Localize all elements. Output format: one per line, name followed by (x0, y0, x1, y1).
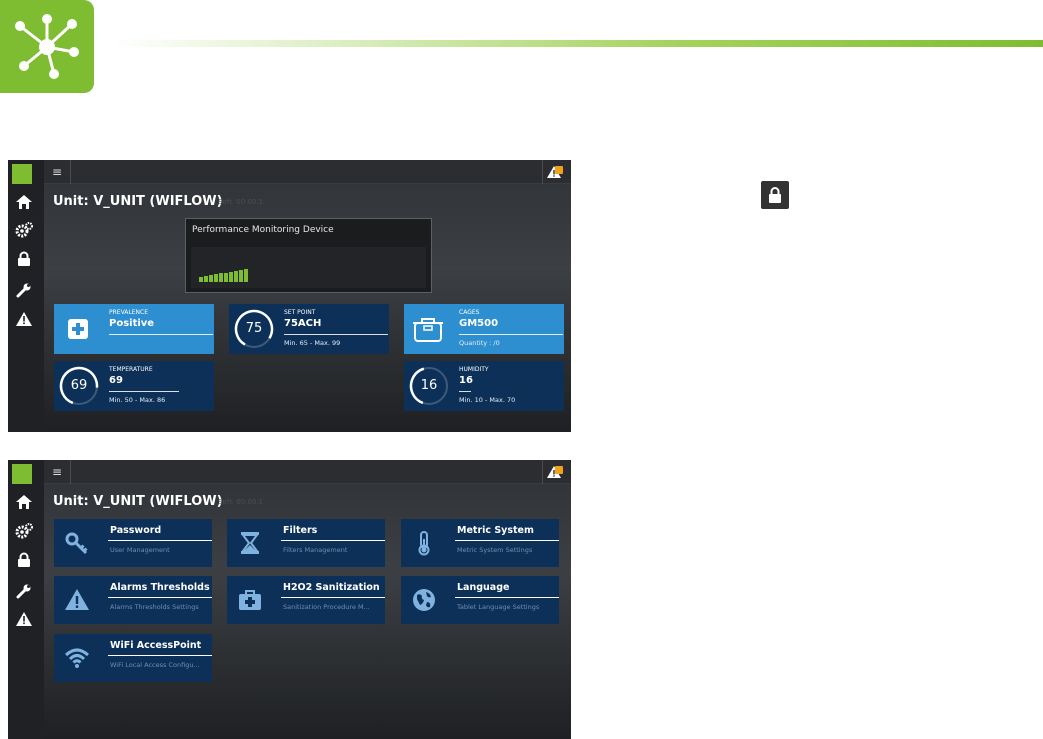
temperature-value: 69 (109, 375, 123, 386)
warning-icon[interactable] (15, 310, 33, 328)
temperature-tile[interactable]: 69 TEMPERATURE 69 Min. 50 - Max. 86 (54, 361, 214, 411)
home-icon[interactable] (15, 193, 33, 211)
warning-icon[interactable] (15, 610, 33, 628)
hourglass-icon (237, 530, 263, 556)
unit-title: Unit: V_UNIT (WIFLOW) (53, 194, 223, 209)
thermometer-icon (411, 530, 437, 556)
performance-bar (209, 275, 213, 282)
app-logo (0, 0, 94, 93)
performance-monitor: Performance Monitoring Device (185, 218, 432, 293)
settings-screen: ≡ Unit: V_UNIT (WIFLOW) Soft. 00.00.1 Pa… (8, 460, 571, 739)
cages-value: GM500 (459, 318, 499, 329)
software-version: Soft. 00.00.1 (218, 498, 263, 506)
menu-subtitle: Alarms Thresholds Settings (110, 603, 199, 611)
humidity-label: HUMIDITY (459, 366, 489, 373)
lock-icon (761, 181, 789, 209)
alert-icon[interactable] (547, 464, 565, 480)
performance-bar (229, 271, 233, 282)
menu-subtitle: WiFi Local Access Configu... (110, 661, 200, 669)
wrench-icon[interactable] (15, 582, 33, 600)
home-icon[interactable] (15, 493, 33, 511)
warning-icon (64, 587, 90, 613)
humidity-gauge-value: 16 (420, 378, 438, 393)
performance-bar (199, 277, 203, 282)
gears-icon[interactable] (15, 522, 33, 540)
humidity-range: Min. 10 - Max. 70 (459, 396, 516, 404)
hamburger-menu-icon[interactable]: ≡ (52, 465, 66, 479)
plus-icon (66, 317, 90, 341)
performance-bar (219, 273, 223, 282)
software-version: Soft. 00.00.1 (218, 198, 263, 206)
setpoint-label: SET POINT (284, 309, 316, 316)
cages-quantity: Quantity : /0 (459, 339, 500, 347)
top-bar: ≡ (44, 160, 571, 184)
temperature-label: TEMPERATURE (109, 366, 153, 373)
cages-label: CAGES (459, 309, 480, 316)
menu-language[interactable]: Language Tablet Language Settings (401, 576, 559, 624)
menu-alarms-thresholds[interactable]: Alarms Thresholds Alarms Thresholds Sett… (54, 576, 212, 624)
humidity-value: 16 (459, 375, 473, 386)
globe-icon (411, 587, 437, 613)
prevalence-tile[interactable]: PREVALENCE Positive (54, 304, 214, 354)
top-bar: ≡ (44, 460, 571, 484)
menu-filters[interactable]: Filters Filters Management (227, 519, 385, 567)
setpoint-range: Min. 65 - Max. 99 (284, 339, 341, 347)
gears-icon[interactable] (15, 221, 33, 239)
lock-icon[interactable] (15, 250, 33, 268)
wrench-icon[interactable] (15, 281, 33, 299)
wifi-icon (64, 645, 90, 671)
menu-subtitle: Filters Management (283, 546, 348, 554)
network-logo-icon (15, 14, 79, 79)
alert-icon[interactable] (547, 164, 565, 180)
setpoint-gauge-value: 75 (245, 321, 263, 336)
unit-title: Unit: V_UNIT (WIFLOW) (53, 494, 223, 509)
menu-subtitle: Tablet Language Settings (457, 603, 540, 611)
key-icon (64, 530, 90, 556)
cage-icon (412, 315, 444, 343)
sidebar-logo-icon (12, 464, 32, 484)
performance-bar (244, 268, 248, 282)
header-rule (110, 40, 1043, 47)
sidebar (8, 160, 44, 432)
performance-title: Performance Monitoring Device (192, 225, 334, 235)
menu-metric-system[interactable]: Metric System Metric System Settings (401, 519, 559, 567)
performance-bar (204, 276, 208, 282)
dashboard-screen: ≡ Unit: V_UNIT (WIFLOW) Soft. 00.00.1 Pe… (8, 160, 571, 432)
menu-subtitle: Sanitization Procedure M... (283, 603, 370, 611)
menu-password[interactable]: Password User Management (54, 519, 212, 567)
menu-title: Filters (283, 525, 318, 536)
medical-kit-icon (237, 587, 263, 613)
hamburger-menu-icon[interactable]: ≡ (52, 165, 66, 179)
temperature-range: Min. 50 - Max. 86 (109, 396, 166, 404)
prevalence-value: Positive (109, 318, 155, 329)
setpoint-value: 75ACH (284, 318, 322, 329)
temperature-gauge-value: 69 (70, 378, 88, 393)
menu-title: Metric System (457, 525, 534, 536)
prevalence-label: PREVALENCE (109, 309, 149, 316)
menu-subtitle: Metric System Settings (457, 546, 533, 554)
performance-bar (239, 269, 243, 282)
humidity-tile[interactable]: 16 HUMIDITY 16 Min. 10 - Max. 70 (404, 361, 564, 411)
setpoint-tile[interactable]: 75 SET POINT 75ACH Min. 65 - Max. 99 (229, 304, 389, 354)
menu-title: Password (110, 525, 162, 536)
menu-title: Alarms Thresholds (110, 582, 210, 593)
sidebar (8, 460, 44, 739)
performance-bar (234, 270, 238, 282)
cages-tile[interactable]: CAGES GM500 Quantity : /0 (404, 304, 564, 354)
menu-h2o2-sanitization[interactable]: H2O2 Sanitization Sanitization Procedure… (227, 576, 385, 624)
menu-subtitle: User Management (110, 546, 170, 554)
performance-bar (214, 274, 218, 282)
performance-bar (224, 272, 228, 282)
menu-wifi-accesspoint[interactable]: WiFi AccessPoint WiFi Local Access Confi… (54, 634, 212, 682)
menu-title: H2O2 Sanitization (283, 582, 380, 593)
sidebar-logo-icon (12, 164, 32, 184)
menu-title: Language (457, 582, 510, 593)
alert-badge (555, 466, 563, 474)
menu-title: WiFi AccessPoint (110, 640, 202, 651)
alert-badge (555, 166, 563, 174)
lock-icon[interactable] (15, 551, 33, 569)
